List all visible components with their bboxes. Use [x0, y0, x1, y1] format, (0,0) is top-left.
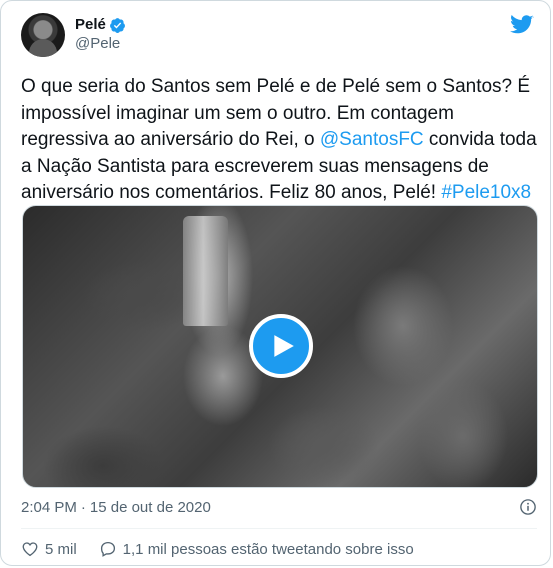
- speech-bubble-icon: [100, 541, 115, 557]
- play-button[interactable]: [249, 314, 313, 378]
- tweet-actions: 5 mil 1,1 mil pessoas estão tweetando so…: [21, 537, 436, 561]
- trophy-shape: [183, 216, 228, 326]
- play-icon: [274, 335, 294, 357]
- tweet-date: 15 de out de 2020: [89, 498, 211, 516]
- twitter-bird-icon[interactable]: [510, 15, 534, 35]
- tweet-card: Pelé @Pele O que seria do Santos sem Pel…: [0, 0, 551, 566]
- heart-icon: [22, 542, 38, 557]
- timestamp-link[interactable]: 2:04 PM · 15 de out de 2020: [21, 499, 211, 516]
- tweet-text: O que seria do Santos sem Pelé e de Pelé…: [21, 74, 537, 207]
- tweet-header: Pelé @Pele: [21, 13, 126, 57]
- tweet-meta: 2:04 PM · 15 de out de 2020: [21, 495, 537, 519]
- conversation-button[interactable]: 1,1 mil pessoas estão tweetando sobre is…: [99, 540, 414, 558]
- mention-link[interactable]: @SantosFC: [320, 129, 424, 150]
- conversation-text: 1,1 mil pessoas estão tweetando sobre is…: [122, 540, 414, 558]
- time-separator: ·: [80, 498, 86, 516]
- like-button[interactable]: 5 mil: [21, 540, 77, 558]
- avatar[interactable]: [21, 13, 65, 57]
- display-name-row: Pelé: [75, 16, 126, 35]
- like-count: 5 mil: [45, 540, 77, 558]
- verified-badge-icon: [109, 18, 125, 34]
- tweet-time: 2:04 PM: [21, 498, 77, 516]
- author-names: Pelé @Pele: [75, 16, 126, 54]
- display-name[interactable]: Pelé: [75, 16, 106, 35]
- video-thumbnail[interactable]: [22, 205, 538, 488]
- info-icon[interactable]: [519, 498, 537, 516]
- hashtag-link[interactable]: #Pele10x8: [441, 182, 531, 203]
- author-handle[interactable]: @Pele: [75, 35, 126, 54]
- divider: [21, 528, 537, 529]
